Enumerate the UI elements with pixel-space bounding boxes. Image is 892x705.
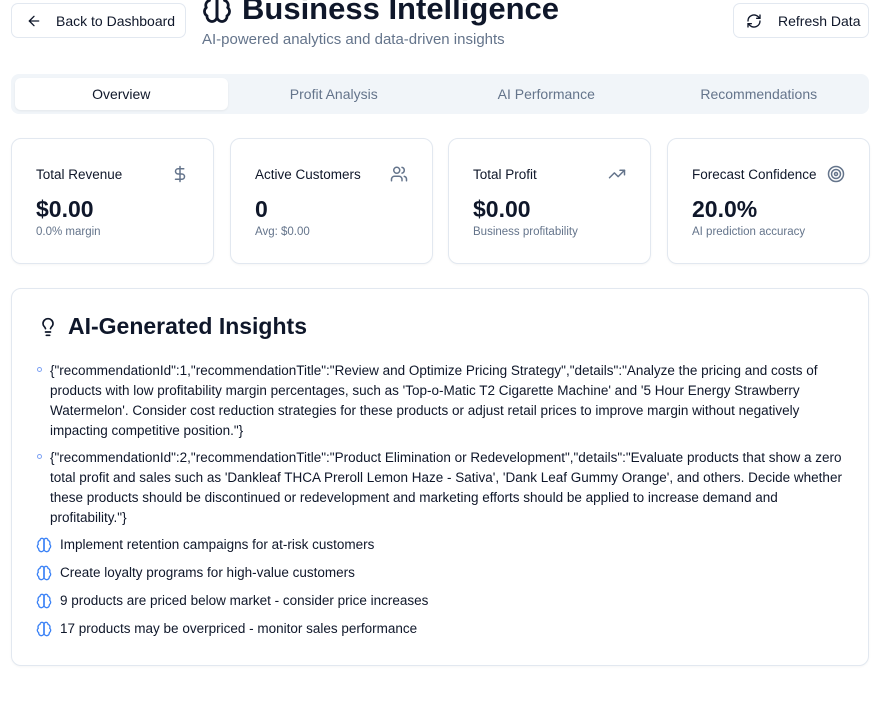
list-item: 9 products are priced below market - con… — [36, 591, 848, 611]
insight-text: Create loyalty programs for high-value c… — [60, 565, 355, 580]
stat-value: 20.0% — [692, 196, 758, 222]
stat-card-active-customers: Active Customers 0 Avg: $0.00 — [230, 138, 433, 264]
list-item: {"recommendationId":2,"recommendationTit… — [36, 448, 848, 528]
refresh-icon — [747, 13, 761, 28]
stat-subtext: 0.0% margin — [36, 226, 101, 238]
bullet-icon — [37, 454, 42, 459]
stat-subtext: Business profitability — [473, 226, 578, 238]
recommendation-text: {"recommendationId":2,"recommendationTit… — [50, 450, 842, 525]
ai-insights-card: AI-Generated Insights {"recommendationId… — [11, 288, 869, 666]
tab-profit-analysis[interactable]: Profit Analysis — [228, 78, 441, 110]
list-item: 17 products may be overpriced - monitor … — [36, 619, 848, 639]
stat-label: Total Profit — [473, 167, 537, 182]
list-item: Create loyalty programs for high-value c… — [36, 563, 848, 583]
stat-value: $0.00 — [36, 196, 94, 222]
arrow-left-icon — [28, 15, 40, 26]
stat-card-total-profit: Total Profit $0.00 Business profitabilit… — [448, 138, 651, 264]
brain-icon — [36, 621, 52, 637]
trending-up-icon — [608, 169, 626, 179]
stat-card-total-revenue: Total Revenue $0.00 0.0% margin — [11, 138, 214, 264]
dollar-icon — [174, 165, 186, 183]
insight-text: 17 products may be overpriced - monitor … — [60, 621, 418, 636]
bullet-icon — [37, 367, 42, 372]
page-title: Business Intelligence — [202, 0, 559, 30]
refresh-data-button[interactable]: Refresh Data — [733, 3, 869, 38]
recommendation-text: {"recommendationId":1,"recommendationTit… — [50, 363, 818, 438]
stat-label: Forecast Confidence — [692, 167, 817, 182]
lightbulb-icon — [42, 317, 54, 336]
insights-title-text: AI-Generated Insights — [68, 313, 307, 339]
target-icon — [827, 165, 845, 183]
stat-label: Active Customers — [255, 167, 361, 182]
brain-icon — [203, 0, 231, 23]
business-intelligence-page: Back to Dashboard Business Intelligence … — [0, 0, 892, 705]
tab-overview[interactable]: Overview — [15, 78, 228, 110]
page-header: Business Intelligence AI-powered analyti… — [202, 0, 559, 48]
brain-icon — [36, 593, 52, 609]
refresh-button-label: Refresh Data — [778, 12, 861, 29]
tab-ai-performance[interactable]: AI Performance — [440, 78, 653, 110]
stat-value: $0.00 — [473, 196, 531, 222]
stat-value: 0 — [255, 196, 268, 222]
stat-card-forecast-confidence: Forecast Confidence 20.0% AI prediction … — [667, 138, 870, 264]
list-item: Implement retention campaigns for at-ris… — [36, 535, 848, 555]
tab-recommendations[interactable]: Recommendations — [653, 78, 866, 110]
stat-subtext: AI prediction accuracy — [692, 226, 806, 238]
users-icon — [390, 166, 408, 182]
page-title-text: Business Intelligence — [242, 0, 559, 26]
brain-icon — [36, 565, 52, 581]
brain-icon — [36, 537, 52, 553]
insight-text: Implement retention campaigns for at-ris… — [60, 537, 375, 552]
back-to-dashboard-button[interactable]: Back to Dashboard — [11, 3, 186, 38]
list-item: {"recommendationId":1,"recommendationTit… — [36, 361, 848, 441]
stat-label: Total Revenue — [36, 167, 123, 182]
stat-subtext: Avg: $0.00 — [255, 226, 310, 238]
insights-list: {"recommendationId":1,"recommendationTit… — [36, 361, 848, 647]
back-button-label: Back to Dashboard — [56, 12, 176, 29]
tab-list: Overview Profit Analysis AI Performance … — [11, 74, 869, 114]
insight-text: 9 products are priced below market - con… — [60, 593, 429, 608]
insights-title: AI-Generated Insights — [38, 313, 307, 340]
page-subtitle: AI-powered analytics and data-driven ins… — [202, 31, 505, 48]
